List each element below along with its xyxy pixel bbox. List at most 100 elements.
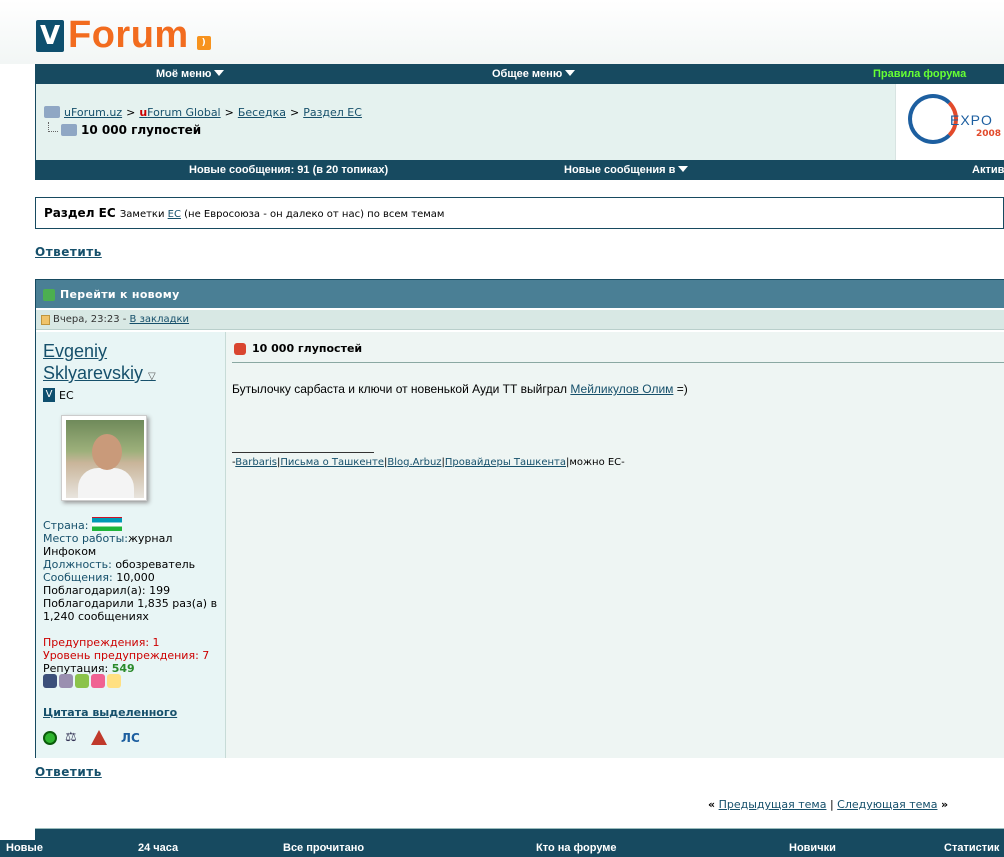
section-title: Раздел ЕС (44, 206, 116, 220)
new-posts-count[interactable]: Новые сообщения: 91 (в 20 топиках) (189, 164, 388, 176)
post-actions: ⚖ ЛС (43, 730, 140, 745)
crumb-section1[interactable]: Беседка (238, 106, 286, 119)
avatar (61, 415, 147, 501)
reply-button-top[interactable]: Ответить (35, 245, 102, 259)
breadcrumb-area: uForum.uz > uForum Global > Беседка > Раздел Е… (35, 84, 1004, 160)
prev-arrow-icon: « (708, 798, 716, 811)
general-menu[interactable]: Общее меню (492, 68, 576, 80)
user-info: Страна: Место работы:журнал Инфоком Долж… (43, 517, 223, 675)
post-title: 10 000 глупостей (234, 342, 362, 355)
next-arrow-icon: » (940, 798, 949, 811)
signature: -Barbaris|Письма о Ташкенте|Blog.Arbuz|П… (232, 457, 625, 468)
messages-label: Сообщения: (43, 571, 113, 584)
user-badge-icon (43, 674, 57, 688)
author-name-line1: Evgeniy (43, 341, 108, 361)
footer-24h[interactable]: 24 часа (138, 842, 178, 854)
topic-title: 10 000 глупостей (48, 122, 202, 137)
my-menu-label: Моё меню (156, 68, 212, 80)
new-posts-in[interactable]: Новые сообщения в (564, 164, 689, 176)
logo-word: Forum (68, 14, 189, 56)
new-posts-in-label: Новые сообщения в (564, 164, 676, 176)
footer-who-online[interactable]: Кто на форуме (536, 842, 617, 854)
warning-level: Уровень предупреждения: 7 (43, 649, 210, 662)
footer-all-read[interactable]: Все прочитано (283, 842, 364, 854)
flag-icon (92, 517, 123, 531)
previous-topic-link[interactable]: Предыдущая тема (719, 798, 827, 811)
post: Перейти к новому Вчера, 23:23 - В заклад… (35, 279, 1004, 758)
quote-selected-link[interactable]: Цитата выделенного (43, 706, 177, 719)
section-desc-link[interactable]: ЕС (168, 209, 181, 220)
chevron-down-icon (214, 70, 225, 76)
chevron-down-icon (678, 166, 689, 172)
post-title-text: 10 000 глупостей (252, 342, 363, 355)
footer-new[interactable]: Новые (6, 842, 43, 854)
topic-navigation: « Предыдущая тема | Следующая тема » (708, 798, 948, 811)
nav-separator: | (826, 798, 838, 811)
crumb-global-rest: Forum Global (147, 106, 221, 119)
position-value: обозреватель (111, 558, 196, 571)
sig-post: |можно ЕС- (565, 457, 625, 468)
expo-text: EXPO (950, 112, 993, 128)
signature-divider (232, 452, 374, 453)
country-label: Страна: (43, 519, 89, 532)
my-menu[interactable]: Моё меню (156, 68, 225, 80)
post-date: Вчера, 23:23 - (53, 314, 130, 325)
folder-icon (44, 106, 60, 118)
post-body-end: =) (673, 382, 688, 396)
expo-banner[interactable]: EXPO 2008 (895, 84, 1004, 160)
forum-logo[interactable]: V Forum ) (36, 12, 211, 56)
crumb-global[interactable]: uForum Global (139, 106, 220, 119)
crumb-section2[interactable]: Раздел ЕС (303, 106, 362, 119)
user-group: V ЕС (43, 388, 74, 402)
author-panel: Evgeniy Sklyarevskiy ▽ V ЕС Страна: Место … (36, 332, 225, 758)
goto-new-link[interactable]: Перейти к новому (60, 288, 180, 301)
main-menu-bar: Моё меню Общее меню Правила форума (35, 64, 1004, 84)
footer-stats[interactable]: Статистик (944, 842, 999, 854)
footer-menu: Новые 24 часа Все прочитано Кто на форум… (0, 840, 1004, 857)
sig-link-providers[interactable]: Провайдеры Ташкента (445, 457, 566, 468)
report-warning-icon[interactable] (91, 730, 107, 745)
thanked-count: Поблагодарил(а): 199 (43, 584, 171, 597)
private-message-button[interactable]: ЛС (121, 731, 140, 745)
section-desc-pre: Заметки (119, 209, 168, 220)
topic-title-text: 10 000 глупостей (81, 123, 202, 137)
general-menu-label: Общее меню (492, 68, 563, 80)
footer-top-bar (35, 828, 1004, 840)
flower-badge-icon (91, 674, 105, 688)
chevron-down-icon[interactable]: ▽ (148, 371, 156, 382)
next-topic-link[interactable]: Следующая тема (837, 798, 937, 811)
arrow-down-icon (43, 289, 55, 301)
crumb-root[interactable]: uForum.uz (64, 106, 122, 119)
position-label: Должность: (43, 558, 112, 571)
reply-button-bottom[interactable]: Ответить (35, 765, 102, 779)
footer-newbies[interactable]: Новички (789, 842, 836, 854)
online-status-icon (43, 730, 57, 745)
section-description: Раздел ЕС Заметки ЕС (не Евросоюза - он … (35, 197, 1004, 229)
sig-link-blog[interactable]: Blog.Arbuz (387, 457, 441, 468)
new-posts-bar: Новые сообщения: 91 (в 20 топиках) Новые… (35, 160, 1004, 180)
divider (232, 362, 1004, 363)
tree-connector (48, 122, 58, 132)
award-badges (43, 674, 121, 688)
post-content: 10 000 глупостей Бутылочку сарбаста и кл… (225, 332, 1004, 758)
author-name[interactable]: Evgeniy Sklyarevskiy ▽ (43, 340, 156, 388)
bookmark-link[interactable]: В закладки (130, 314, 190, 325)
group-icon: V (43, 388, 55, 402)
reputation-scale-icon[interactable]: ⚖ (65, 730, 83, 745)
sig-link-letters[interactable]: Письма о Ташкенте (280, 457, 384, 468)
active-link[interactable]: Актив (972, 164, 1004, 176)
sig-link-barbaris[interactable]: Barbaris (235, 457, 277, 468)
post-body-link[interactable]: Мейликулов Олим (570, 382, 673, 396)
post-header[interactable]: Перейти к новому (36, 280, 1004, 310)
group-label: ЕС (59, 388, 74, 402)
expo-year: 2008 (976, 129, 1002, 139)
warnings: Предупреждения: 1 (43, 636, 160, 649)
post-body: Бутылочку сарбаста и ключи от новенькой … (232, 382, 688, 396)
forum-rules-link[interactable]: Правила форума (873, 68, 966, 80)
rss-icon[interactable]: ) (196, 36, 211, 50)
chevron-down-icon (565, 70, 576, 76)
post-icon (41, 315, 50, 325)
gear-badge-icon (59, 674, 73, 688)
messages-value: 10,000 (112, 571, 155, 584)
breadcrumb: uForum.uz > uForum Global > Беседка > Раздел Е… (44, 106, 362, 119)
